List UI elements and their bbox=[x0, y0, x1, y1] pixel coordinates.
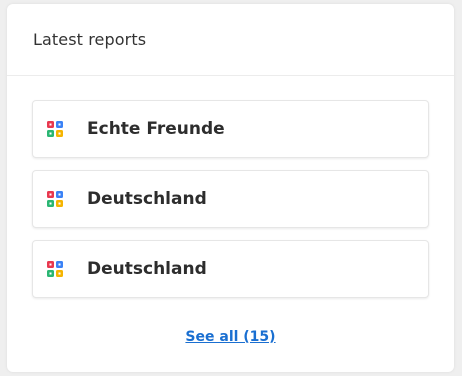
see-all-container: See all (15) bbox=[7, 326, 454, 345]
report-label: Deutschland bbox=[87, 189, 207, 209]
dashboard-grid-icon bbox=[47, 261, 63, 277]
report-item[interactable]: Echte Freunde bbox=[32, 100, 429, 158]
report-label: Echte Freunde bbox=[87, 119, 225, 139]
card-header: Latest reports bbox=[7, 4, 454, 76]
latest-reports-card: Latest reports Echte Freunde Deutschland… bbox=[7, 4, 454, 372]
report-label: Deutschland bbox=[87, 259, 207, 279]
see-all-link[interactable]: See all (15) bbox=[185, 329, 275, 345]
report-item[interactable]: Deutschland bbox=[32, 170, 429, 228]
card-title: Latest reports bbox=[33, 30, 147, 49]
dashboard-grid-icon bbox=[47, 121, 63, 137]
report-list: Echte Freunde Deutschland Deutschland bbox=[32, 100, 429, 310]
dashboard-grid-icon bbox=[47, 191, 63, 207]
report-item[interactable]: Deutschland bbox=[32, 240, 429, 298]
